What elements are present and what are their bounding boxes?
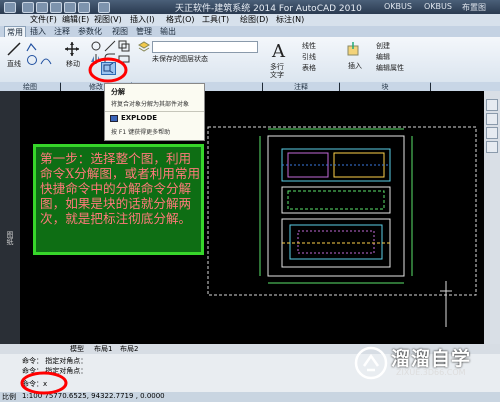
explode-highlight-ellipse bbox=[88, 57, 128, 83]
highlight-overlay bbox=[20, 57, 128, 395]
watermark-name: 溜溜自学 bbox=[391, 348, 472, 370]
watermark: 溜溜自学 ZIXUE.3D66.COM bbox=[346, 344, 500, 385]
command-highlight-ellipse bbox=[20, 371, 68, 395]
watermark-url: ZIXUE.3D66.COM bbox=[396, 368, 466, 377]
watermark-logo-icon bbox=[354, 346, 388, 380]
